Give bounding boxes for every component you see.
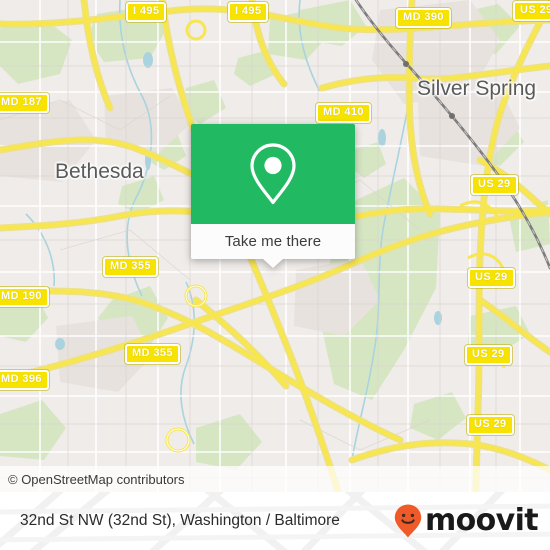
moovit-map-screen: Bethesda Silver Spring I 495 I 495 MD 39… [0, 0, 550, 550]
location-callout[interactable]: Take me there [191, 124, 355, 268]
route-shield-i495-west: I 495 [126, 2, 167, 22]
osm-attribution-text[interactable]: © OpenStreetMap contributors [0, 472, 185, 487]
take-me-there-label: Take me there [224, 233, 322, 250]
map-attribution-bar: © OpenStreetMap contributors [0, 466, 550, 492]
route-shield-md390: MD 390 [396, 8, 451, 28]
moovit-wordmark: moovit [424, 503, 539, 538]
map-canvas[interactable]: Bethesda Silver Spring I 495 I 495 MD 39… [0, 0, 550, 492]
route-shield-md190: MD 190 [0, 287, 49, 307]
location-title: 32nd St NW (32nd St), Washington / Balti… [20, 492, 340, 550]
callout-action[interactable]: Take me there [191, 224, 355, 268]
route-shield-md355-2: MD 355 [125, 344, 180, 364]
route-shield-us29-north: US 29 [513, 1, 550, 21]
route-shield-md396: MD 396 [0, 370, 49, 390]
route-shield-md355-1: MD 355 [103, 257, 158, 277]
location-title-text: 32nd St NW (32nd St), Washington / Balti… [20, 512, 340, 529]
place-label-silver-spring: Silver Spring [417, 77, 537, 100]
route-shield-us29-2: US 29 [468, 268, 515, 288]
route-shield-us29-4: US 29 [467, 415, 514, 435]
place-label-bethesda: Bethesda [55, 160, 144, 183]
moovit-smiling-pin-icon [394, 504, 422, 538]
callout-tail [263, 259, 283, 268]
route-shield-us29-1: US 29 [471, 175, 518, 195]
callout-header [191, 124, 355, 224]
route-shield-md187: MD 187 [0, 93, 49, 113]
map-pin-icon [250, 143, 296, 205]
footer-bar: 32nd St NW (32nd St), Washington / Balti… [0, 492, 550, 550]
route-shield-i495-east: I 495 [228, 2, 269, 22]
route-shield-md410: MD 410 [316, 103, 371, 123]
route-shield-us29-3: US 29 [465, 345, 512, 365]
moovit-logo[interactable]: moovit [393, 492, 539, 550]
